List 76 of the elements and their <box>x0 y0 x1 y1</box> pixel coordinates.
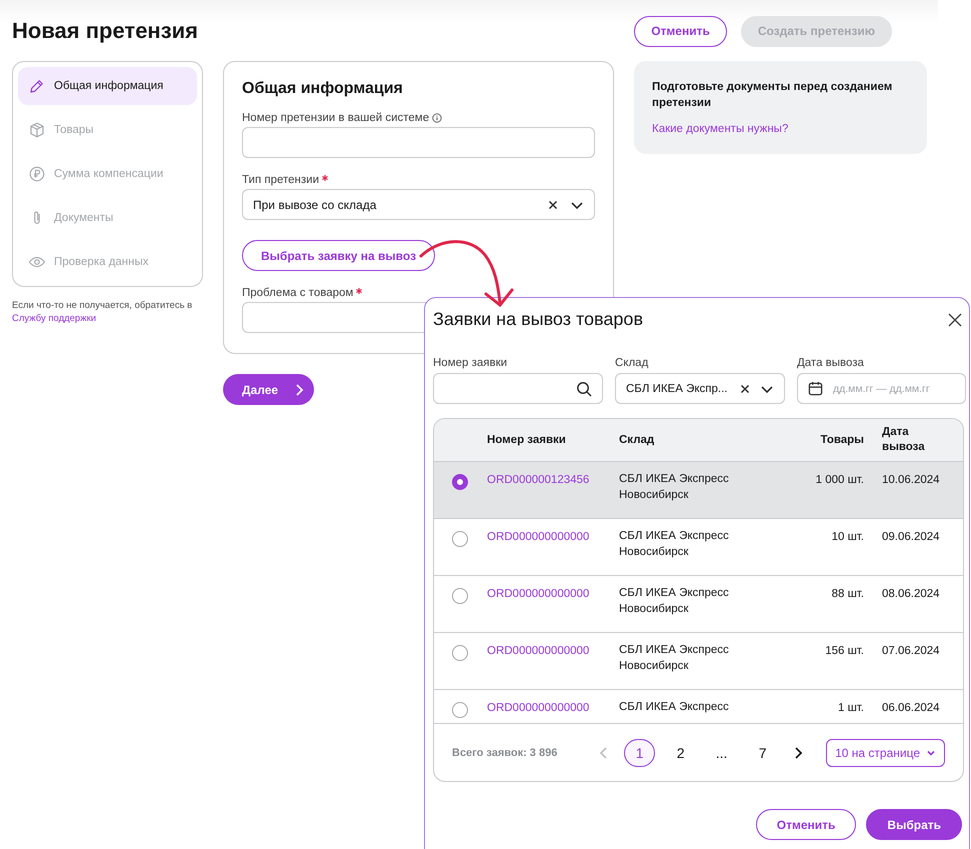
table-cell-text: 1 шт. <box>836 702 865 714</box>
order-link[interactable]: ORD000000000000 <box>487 702 590 714</box>
order-link[interactable]: ORD000000000000 <box>487 645 590 657</box>
box-icon <box>28 121 46 139</box>
filter-label: Номер заявки <box>433 357 508 369</box>
page-title: Новая претензия <box>12 18 198 44</box>
page-size-dropdown[interactable]: 10 на странице <box>826 738 945 766</box>
close-icon[interactable] <box>948 312 962 326</box>
table-cell-text: СБЛ ИКЕА Экспресс Новосибирск <box>619 472 730 503</box>
page-button[interactable]: 7 <box>747 738 778 766</box>
modal-title: Заявки на вывоз товаров <box>433 309 644 330</box>
radio-button[interactable] <box>452 474 468 490</box>
cancel-button[interactable]: Отменить <box>634 16 727 46</box>
table-cell-text: 08.06.2024 <box>882 588 941 600</box>
clear-icon[interactable] <box>740 384 750 394</box>
step-item[interactable]: Общая информация <box>18 67 197 105</box>
radio-button[interactable] <box>452 588 468 604</box>
info-icon <box>432 113 442 123</box>
table-cell-text: 06.06.2024 <box>882 702 941 714</box>
search-icon <box>576 380 592 396</box>
table-row[interactable]: ORD000000000000 СБЛ ИКЕА Экспресс Новосибирск 10 шт. 09.06.2024 <box>434 519 963 576</box>
column-header: Склад <box>619 432 656 448</box>
order-link[interactable]: ORD000000123456 <box>487 474 590 486</box>
table-cell-text: 09.06.2024 <box>882 531 941 543</box>
choose-order-button[interactable]: Выбрать заявку на вывоз <box>242 240 436 271</box>
warehouse-select[interactable]: СБЛ ИКЕА Экспр... <box>615 373 785 404</box>
column-header: Товары <box>820 432 865 448</box>
table-cell-text: СБЛ ИКЕА Экспресс Новосибирск <box>619 529 730 560</box>
filter-label: Дата вывоза <box>797 357 864 369</box>
info-text: Подготовьте документы перед созданием претензии <box>652 80 894 111</box>
claim-type-select[interactable]: При вывозе со склада <box>242 189 595 220</box>
filter-label: Склад <box>615 357 648 369</box>
order-link[interactable]: ORD000000000000 <box>487 588 590 600</box>
support-note: Если что-то не получается, обратитесь в Службу поддержки <box>12 299 194 325</box>
support-link[interactable]: Службу поддержки <box>12 313 96 324</box>
page-button[interactable]: 1 <box>624 738 656 766</box>
table-row[interactable]: ORD000000123456 СБЛ ИКЕА Экспресс Новосибирск 1 000 шт. 10.06.2024 <box>434 462 963 519</box>
radio-button[interactable] <box>452 531 468 547</box>
required-icon <box>322 175 328 181</box>
chevron-left-icon <box>599 746 610 758</box>
radio-button[interactable] <box>452 702 468 718</box>
chevron-right-icon <box>294 384 304 396</box>
form-title: Общая информация <box>242 80 404 98</box>
pencil-icon <box>28 77 46 95</box>
table-cell-text: СБЛ ИКЕА Экспресс <box>619 700 730 715</box>
table-cell-text: 156 шт. <box>824 645 865 657</box>
search-field[interactable] <box>433 373 603 404</box>
cancel-button[interactable]: Отменить <box>756 809 856 840</box>
field-label: Номер претензии в вашей системе <box>242 112 430 124</box>
select-button[interactable]: Выбрать <box>866 809 962 840</box>
radio-button[interactable] <box>452 645 468 661</box>
clear-icon[interactable] <box>548 200 558 210</box>
field-label: Проблема с товаром <box>242 287 354 299</box>
table-row[interactable]: ORD000000000000 СБЛ ИКЕА Экспресс Новосибирск 156 шт. 07.06.2024 <box>434 633 963 690</box>
order-link[interactable]: ORD000000000000 <box>487 531 590 543</box>
next-button[interactable]: Далее <box>223 374 314 405</box>
table-cell-text: 10 шт. <box>830 531 865 543</box>
documents-link[interactable]: Какие документы нужны? <box>652 123 788 135</box>
table-cell-text: 07.06.2024 <box>882 645 941 657</box>
column-header: Номер заявки <box>487 432 567 448</box>
table-cell-text: СБЛ ИКЕА Экспресс Новосибирск <box>619 586 730 617</box>
chevron-right-icon <box>793 746 804 758</box>
total-count: Всего заявок: 3 896 <box>452 746 558 758</box>
column-header: Дата вывоза <box>882 425 926 455</box>
required-icon <box>356 288 362 294</box>
calendar-icon <box>808 381 823 396</box>
field-label: Тип претензии <box>242 174 320 186</box>
table-cell-text: СБЛ ИКЕА Экспресс Новосибирск <box>619 643 730 674</box>
table-cell-text: 88 шт. <box>830 588 865 600</box>
pagination-ellipsis: ... <box>714 744 728 762</box>
input-field[interactable] <box>242 127 595 158</box>
table-cell-text: 10.06.2024 <box>882 474 941 486</box>
table-cell-text: 1 000 шт. <box>814 474 865 486</box>
table-row[interactable]: ORD000000000000 СБЛ ИКЕА Экспресс Новосибирск 88 шт. 08.06.2024 <box>434 576 963 633</box>
page-button[interactable]: 2 <box>665 738 696 766</box>
ruble-icon <box>28 165 46 183</box>
